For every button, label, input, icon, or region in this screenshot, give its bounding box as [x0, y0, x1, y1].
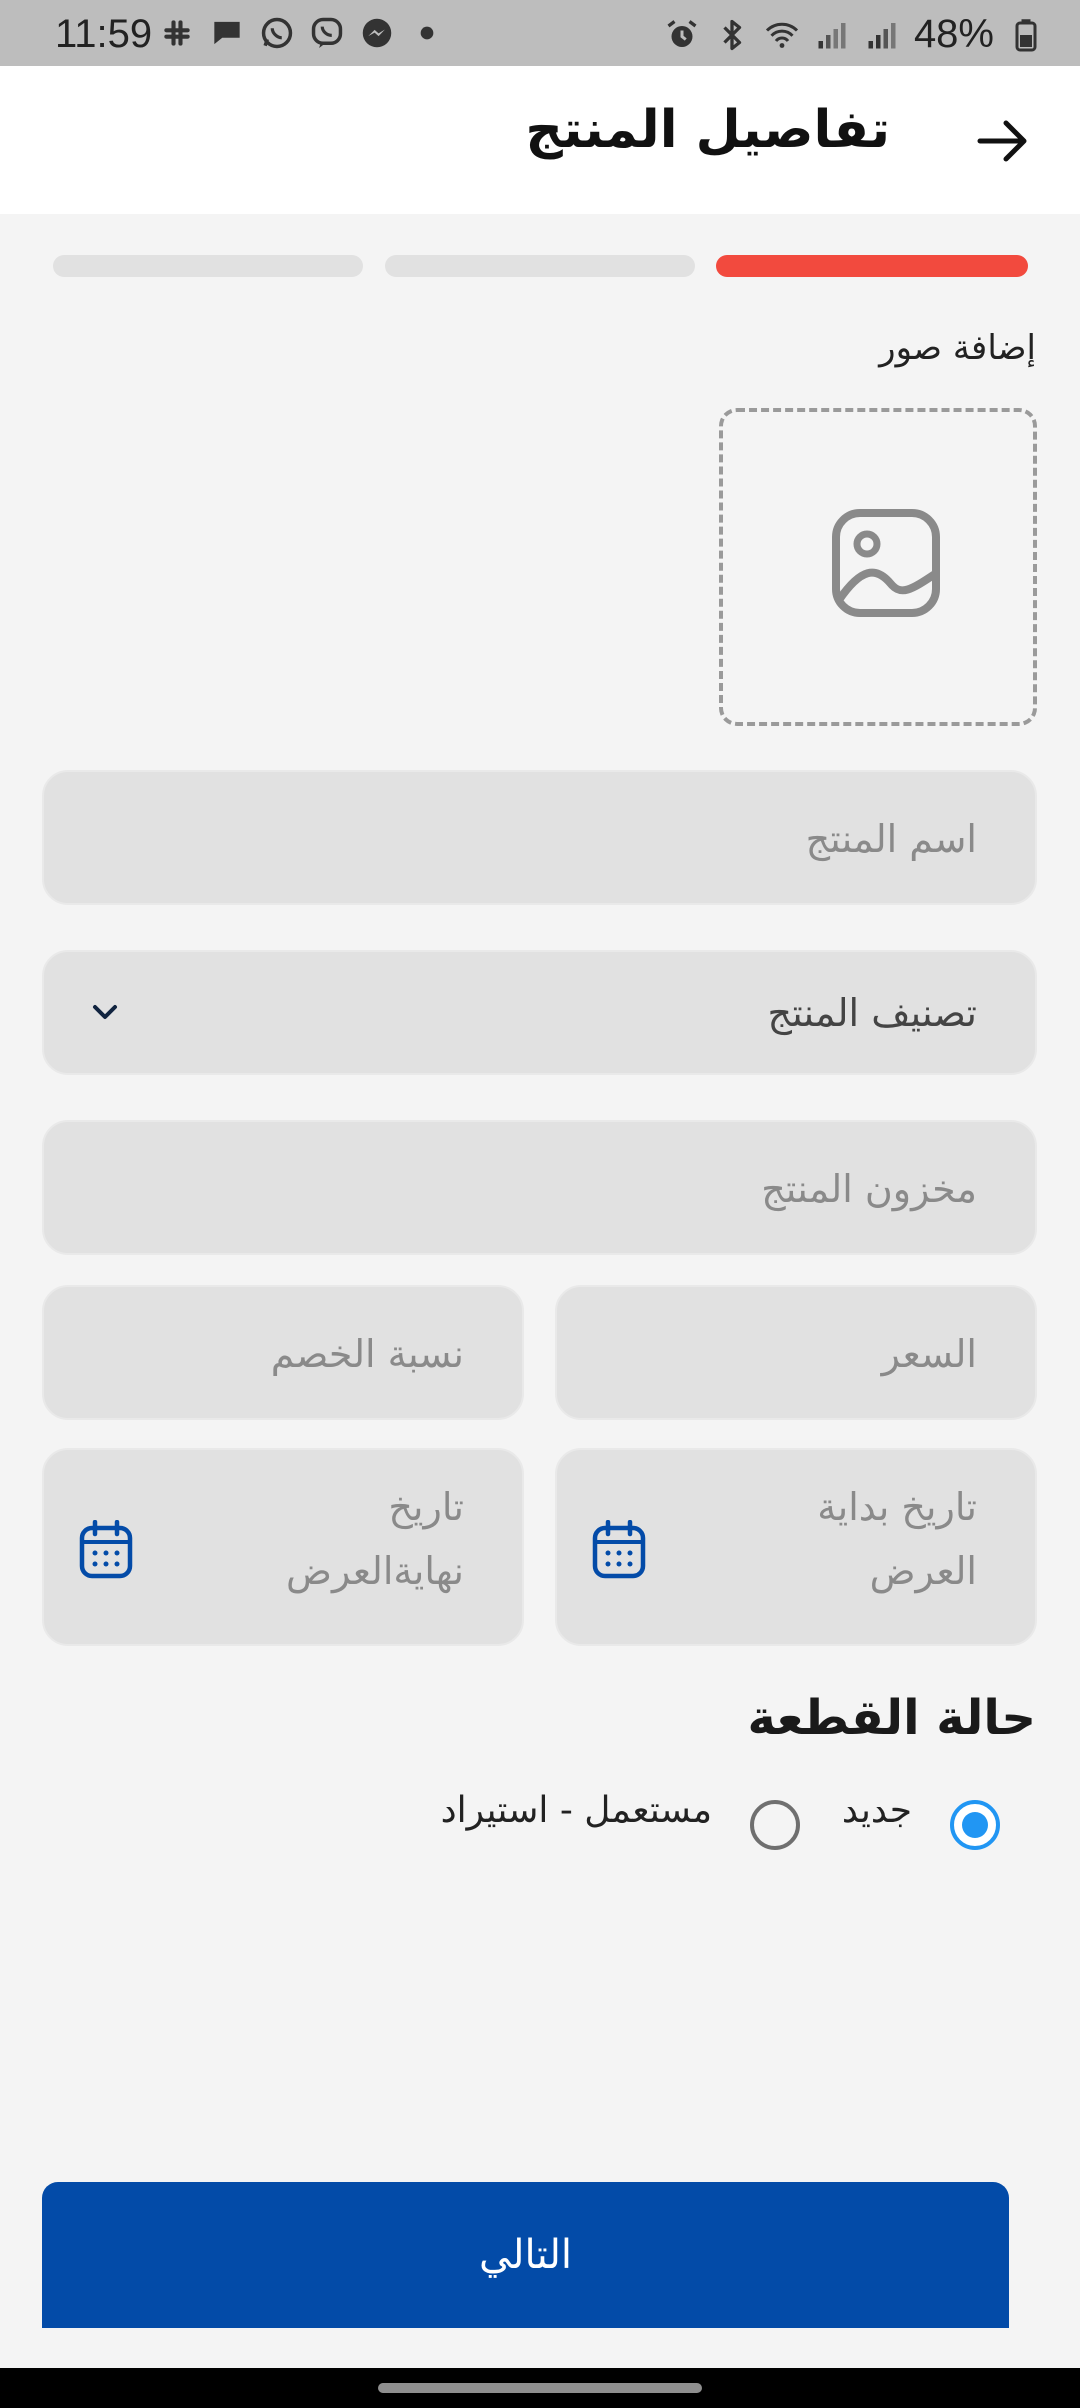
calendar-icon[interactable] [78, 1520, 134, 1580]
home-indicator[interactable] [378, 2383, 702, 2393]
battery-icon [1015, 18, 1037, 51]
radio-new-label[interactable]: جديد [842, 1790, 912, 1831]
condition-heading: حالة القطعة [747, 1690, 1036, 1746]
product-stock-field[interactable]: مخزون المنتج [42, 1120, 1037, 1255]
whatsapp-icon [261, 17, 293, 49]
next-button[interactable]: التالي [42, 2182, 1009, 2328]
calendar-icon[interactable] [591, 1520, 647, 1580]
dot-icon [420, 26, 434, 40]
status-bar: 11:59 48% [0, 0, 1080, 66]
bluetooth-icon [723, 19, 742, 50]
image-placeholder-icon [832, 509, 940, 617]
discount-field[interactable]: نسبة الخصم [42, 1285, 524, 1420]
progress-step-2 [385, 255, 695, 277]
status-time: 11:59 [55, 12, 153, 56]
product-name-field[interactable]: اسم المنتج [42, 770, 1037, 905]
chat-bubble-icon [214, 21, 240, 45]
offer-end-label-line2: نهايةالعرض [286, 1549, 464, 1593]
radio-used-import[interactable] [750, 1800, 800, 1850]
radio-used-import-label[interactable]: مستعمل - استيراد [441, 1790, 712, 1831]
messenger-icon [362, 18, 392, 48]
product-category-placeholder: تصنيف المنتج [767, 991, 977, 1035]
offer-start-date-field[interactable]: تاريخ بداية العرض [555, 1448, 1037, 1646]
progress-step-1 [716, 255, 1028, 277]
viber-icon [311, 17, 343, 49]
radio-new[interactable] [950, 1800, 1000, 1850]
price-placeholder: السعر [881, 1332, 977, 1376]
price-field[interactable]: السعر [555, 1285, 1037, 1420]
app-header: تفاصيل المنتج [0, 66, 1080, 214]
signal-icon [818, 22, 846, 48]
offer-start-label-line1: تاريخ بداية [817, 1485, 977, 1529]
offer-start-label-line2: العرض [869, 1549, 977, 1593]
progress-step-3 [53, 255, 363, 277]
add-photos-label: إضافة صور [879, 328, 1036, 368]
back-arrow-icon[interactable] [970, 108, 1036, 174]
product-category-select[interactable]: تصنيف المنتج [42, 950, 1037, 1075]
offer-end-date-field[interactable]: تاريخ نهايةالعرض [42, 1448, 524, 1646]
system-icons: 48% [664, 12, 1044, 57]
notification-icons [158, 14, 446, 52]
page-title: تفاصيل المنتج [525, 100, 890, 160]
wifi-icon [765, 22, 799, 48]
discount-placeholder: نسبة الخصم [270, 1332, 464, 1376]
image-upload-box[interactable] [719, 408, 1037, 726]
product-name-placeholder: اسم المنتج [805, 817, 977, 861]
product-stock-placeholder: مخزون المنتج [761, 1167, 977, 1211]
chevron-down-icon[interactable] [90, 1000, 120, 1024]
battery-percentage: 48% [913, 12, 994, 56]
slack-icon [164, 20, 190, 46]
signal-icon [868, 22, 896, 48]
alarm-icon [667, 19, 697, 47]
offer-end-label-line1: تاريخ [388, 1485, 464, 1529]
